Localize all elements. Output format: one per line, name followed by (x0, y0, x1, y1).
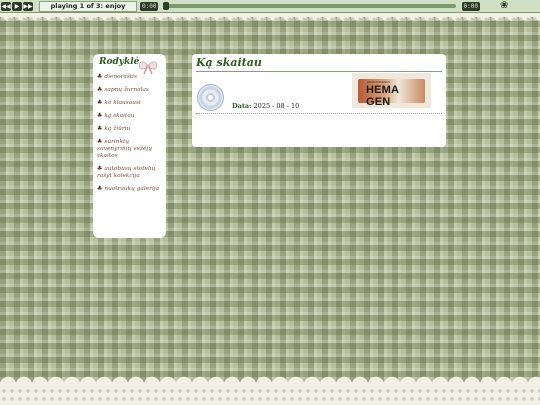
sidebar-item-nuotrauku-galerija[interactable]: ♣ nuotraukų galerija (97, 185, 162, 193)
cd-icon (197, 84, 224, 111)
clover-icon: ♣ (97, 112, 103, 119)
sidebar-panel: Rodyklė ♣ dienoraštis ♣ sapnų žurnalas ♣ ko… (93, 54, 166, 238)
sidebar-item-label: ką skaitau (104, 113, 135, 119)
rewind-button[interactable]: ◀◀ (1, 1, 11, 11)
bow-icon (139, 61, 157, 75)
sidebar-item-label: autobusų stotelių (104, 166, 156, 172)
rewind-icon: ◀◀ (1, 2, 11, 10)
progress-track[interactable] (163, 2, 456, 10)
sidebar-item-label: sapnų žurnalas (104, 87, 149, 93)
entry-date: Data: 2025 - 08 - 10 (232, 102, 299, 110)
fast-forward-icon: ▶▶ (23, 2, 33, 10)
clover-icon: ♣ (97, 73, 103, 80)
main-content-panel: Ką skaitau Data: 2025 - 08 - 10 HEMATOGE… (192, 54, 446, 147)
product-wrapper: HEMATOGENAS HEMA GEN (358, 79, 425, 108)
settings-icon[interactable]: ❀ (500, 1, 510, 11)
sidebar-item-label: dienoraštis (104, 74, 137, 80)
sidebar-item-label: ko klausausi (104, 100, 141, 106)
sidebar-nav: ♣ dienoraštis ♣ sapnų žurnalas ♣ ko klausau… (97, 73, 162, 193)
volume-readout: 0:00 (461, 1, 480, 11)
lace-border-top (0, 13, 540, 27)
clover-icon: ♣ (97, 165, 103, 172)
clover-icon: ♣ (97, 185, 103, 192)
product-image: HEMATOGENAS HEMA GEN (352, 73, 431, 108)
sidebar-item-ka-skaitau[interactable]: ♣ ką skaitau (97, 112, 162, 120)
elapsed-time: 0:00 (140, 1, 159, 11)
sidebar-item-label: nuotraukų galerija (104, 186, 160, 192)
clover-icon: ♣ (97, 138, 103, 145)
play-icon: ▶ (14, 2, 20, 10)
sidebar-item-label: suvenyrinių vežėjų (97, 146, 152, 152)
date-value: 2025 - 08 - 10 (253, 102, 300, 110)
play-button[interactable]: ▶ (12, 1, 22, 11)
music-player-bar: ◀◀ ▶ ▶▶ playing 1 of 3: enjoy 0:00 0:00 … (0, 0, 540, 13)
product-brand: HEMA GEN (366, 84, 399, 108)
sidebar-item-label: ką žiūriu (104, 126, 131, 132)
forward-button[interactable]: ▶▶ (23, 1, 33, 11)
sidebar-item-surinktu[interactable]: ♣ surinktų suvenyrinių vežėjų skaitos (97, 138, 162, 160)
now-playing-title: playing 1 of 3: enjoy (39, 0, 137, 12)
sidebar-item-ko-klausausi[interactable]: ♣ ko klausausi (97, 99, 162, 107)
sidebar-item-autobusu-stoteliu[interactable]: ♣ autobusų stotelių rašyt kolekcija (97, 165, 162, 180)
clover-icon: ♣ (97, 86, 103, 93)
sidebar-item-label: surinktų (104, 139, 130, 145)
entry-divider (196, 113, 442, 114)
lace-border-bottom (0, 375, 540, 405)
sidebar-item-ka-ziuriu[interactable]: ♣ ką žiūriu (97, 125, 162, 133)
sidebar-item-sapnu-zurnalas[interactable]: ♣ sapnų žurnalas (97, 86, 162, 94)
progress-knob[interactable] (163, 2, 170, 10)
title-divider (196, 71, 442, 72)
clover-icon: ♣ (97, 125, 103, 132)
sidebar-item-label: rašyt kolekcija (97, 173, 140, 179)
clover-icon: ♣ (97, 99, 103, 106)
page-title: Ką skaitau (196, 56, 262, 69)
date-label: Data: (232, 102, 252, 110)
sidebar-item-label: skaitos (97, 153, 118, 159)
